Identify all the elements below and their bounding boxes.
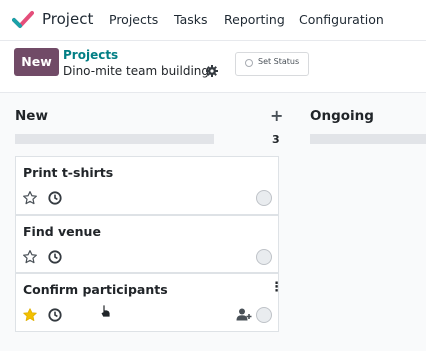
cursor-hand-icon	[100, 304, 111, 318]
project-name: Dino-mite team building	[63, 64, 210, 78]
status-circle-icon	[245, 59, 253, 67]
status-circle[interactable]	[256, 249, 272, 265]
task-title: Find venue	[23, 224, 101, 239]
new-button[interactable]: New	[14, 48, 59, 76]
add-user-icon[interactable]	[236, 308, 252, 321]
star-icon[interactable]	[22, 307, 38, 323]
task-card[interactable]: Confirm participants ⋮	[15, 273, 283, 332]
task-card[interactable]: Find venue	[15, 215, 279, 273]
task-title: Confirm participants	[23, 282, 168, 297]
status-circle[interactable]	[256, 307, 272, 323]
menu-reporting[interactable]: Reporting	[224, 12, 285, 27]
top-navbar: Project Projects Tasks Reporting Configu…	[0, 0, 426, 41]
status-circle[interactable]	[256, 190, 272, 206]
menu-configuration[interactable]: Configuration	[299, 12, 384, 27]
menu-tasks[interactable]: Tasks	[174, 12, 208, 27]
dots-vertical-icon[interactable]: ⋮	[270, 280, 283, 295]
star-icon[interactable]	[22, 249, 38, 265]
clock-icon[interactable]	[48, 191, 62, 205]
clock-icon[interactable]	[48, 250, 62, 264]
project-app-logo-icon[interactable]	[12, 10, 34, 30]
column-count: 3	[272, 133, 280, 146]
star-icon[interactable]	[22, 190, 38, 206]
column-title-ongoing[interactable]: Ongoing	[310, 108, 374, 124]
column-progress-bar[interactable]	[15, 134, 214, 144]
clock-icon[interactable]	[48, 308, 62, 322]
menu-projects[interactable]: Projects	[109, 12, 158, 27]
plus-icon[interactable]: +	[270, 106, 283, 125]
set-status-label: Set Status	[258, 57, 300, 66]
gear-icon[interactable]	[206, 65, 218, 77]
set-status-button[interactable]: Set Status	[235, 52, 309, 76]
app-title[interactable]: Project	[42, 10, 93, 28]
task-card[interactable]: Print t-shirts	[15, 156, 279, 215]
breadcrumb-projects[interactable]: Projects	[63, 48, 118, 62]
task-title: Print t-shirts	[23, 165, 114, 180]
column-progress-bar[interactable]	[310, 134, 426, 144]
column-title-new[interactable]: New	[15, 108, 48, 124]
